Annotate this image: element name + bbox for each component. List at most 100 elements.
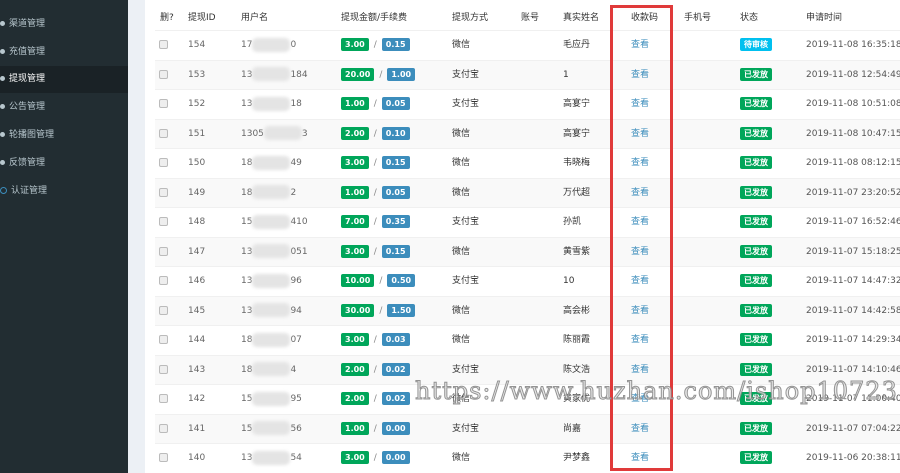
row-real-name: 陈文浩 <box>563 364 591 375</box>
view-code-link[interactable]: 查看 <box>631 120 649 149</box>
sidebar-item-2[interactable]: 提现管理 <box>0 66 128 93</box>
table-row: 145 13 94 30.00/1.50 微信 高会彬 查看 已发放 2019-1… <box>155 295 900 326</box>
blurred-region <box>252 362 291 376</box>
row-id: 148 <box>188 217 206 227</box>
row-checkbox[interactable] <box>159 394 168 403</box>
row-checkbox[interactable] <box>159 99 168 108</box>
row-checkbox[interactable] <box>159 364 168 374</box>
row-checkbox[interactable] <box>159 187 168 197</box>
row-amount: 2.00/0.02 <box>341 356 410 385</box>
row-id: 153 <box>188 69 206 80</box>
username-suffix: 3 <box>301 128 308 139</box>
blurred-region <box>252 273 291 288</box>
amount-badge: 3.00 <box>341 333 369 346</box>
view-code-link[interactable]: 查看 <box>631 179 649 208</box>
row-checkbox[interactable] <box>159 246 168 256</box>
fee-badge: 0.00 <box>381 451 410 464</box>
amount-badge: 1.00 <box>341 185 369 199</box>
table-row: 151 1305 3 2.00/0.10 微信 高宴宁 查看 已发放 2019-1… <box>155 118 900 149</box>
menu-icon <box>0 187 7 194</box>
row-method: 微信 <box>452 128 471 139</box>
username-prefix: 18 <box>241 158 253 168</box>
row-amount: 3.00/0.15 <box>341 238 410 267</box>
row-checkbox[interactable] <box>159 128 168 138</box>
view-code-link[interactable]: 查看 <box>631 90 649 119</box>
table-row: 141 15 56 1.00/0.00 支付宝 尚嘉 查看 已发放 2019-11… <box>155 413 900 444</box>
row-username: 13 96 <box>241 267 302 296</box>
username-prefix: 15 <box>241 423 253 434</box>
row-checkbox[interactable] <box>159 423 168 433</box>
view-code-link[interactable]: 查看 <box>631 356 649 385</box>
row-id: 140 <box>188 453 206 463</box>
row-time: 2019-11-07 14:42:58 <box>806 305 900 316</box>
view-code-link[interactable]: 查看 <box>631 61 649 90</box>
amount-badge: 2.00 <box>341 392 369 405</box>
row-time: 2019-11-08 08:12:15 <box>806 158 900 168</box>
blurred-region <box>252 303 291 317</box>
amount-badge: 3.00 <box>341 244 369 258</box>
view-code-link[interactable]: 查看 <box>631 31 649 60</box>
row-time: 2019-11-07 11:00:40 <box>806 394 900 404</box>
status-badge: 已发放 <box>740 97 772 110</box>
row-id: 143 <box>188 364 206 375</box>
row-id: 142 <box>188 394 206 404</box>
sidebar-item-6[interactable]: 认证管理 <box>0 178 128 205</box>
row-username: 18 4 <box>241 356 296 385</box>
sidebar-item-5[interactable]: 反馈管理 <box>0 150 128 177</box>
row-method: 支付宝 <box>452 276 480 286</box>
username-suffix: 49 <box>290 158 302 168</box>
sidebar-item-3[interactable]: 公告管理 <box>0 94 128 121</box>
sidebar-item-4[interactable]: 轮播图管理 <box>0 122 128 149</box>
menu-icon <box>0 132 5 137</box>
blurred-region <box>252 332 291 347</box>
username-suffix: 051 <box>290 246 308 257</box>
row-real-name: 毛应丹 <box>563 40 591 50</box>
username-suffix: 0 <box>290 40 297 50</box>
row-checkbox[interactable] <box>159 276 168 285</box>
row-real-name: 黄家优 <box>563 394 591 404</box>
view-code-link[interactable]: 查看 <box>631 385 649 414</box>
row-checkbox[interactable] <box>159 69 168 79</box>
view-code-link[interactable]: 查看 <box>631 415 649 444</box>
row-method: 微信 <box>452 453 471 463</box>
fee-badge: 0.05 <box>381 185 410 199</box>
username-prefix: 1305 <box>241 128 264 139</box>
username-suffix: 94 <box>290 305 302 316</box>
view-code-link[interactable]: 查看 <box>631 238 649 267</box>
fee-badge: 0.15 <box>381 156 410 169</box>
row-amount: 30.00/1.50 <box>341 297 416 326</box>
row-username: 17 0 <box>241 31 296 60</box>
row-checkbox[interactable] <box>159 158 168 167</box>
row-real-name: 尚嘉 <box>563 423 582 434</box>
row-amount: 2.00/0.10 <box>341 120 410 149</box>
table-row: 147 13 051 3.00/0.15 微信 黄雪紫 查看 已发放 2019-1… <box>155 236 900 267</box>
sidebar: 渠道管理 充值管理 提现管理 公告管理 轮播图管理 反馈管理 认证管理 <box>0 0 128 473</box>
row-checkbox[interactable] <box>159 40 168 49</box>
status-badge: 已发放 <box>740 362 772 376</box>
row-id: 144 <box>188 335 206 345</box>
username-suffix: 95 <box>290 394 302 404</box>
sidebar-item-0[interactable]: 渠道管理 <box>0 11 128 38</box>
amount-badge: 3.00 <box>341 38 369 51</box>
amount-badge: 3.00 <box>341 156 369 169</box>
view-code-link[interactable]: 查看 <box>631 267 649 296</box>
row-checkbox[interactable] <box>159 453 168 462</box>
view-code-link[interactable]: 查看 <box>631 444 649 473</box>
row-amount: 1.00/0.05 <box>341 90 410 119</box>
status-badge: 已发放 <box>740 333 772 346</box>
row-method: 微信 <box>452 40 471 50</box>
table-row: 143 18 4 2.00/0.02 支付宝 陈文浩 查看 已发放 2019-11… <box>155 354 900 385</box>
view-code-link[interactable]: 查看 <box>631 326 649 355</box>
view-code-link[interactable]: 查看 <box>631 208 649 237</box>
view-code-link[interactable]: 查看 <box>631 297 649 326</box>
sidebar-item-1[interactable]: 充值管理 <box>0 39 128 66</box>
row-checkbox[interactable] <box>159 217 168 226</box>
row-checkbox[interactable] <box>159 335 168 344</box>
row-real-name: 孙凯 <box>563 217 582 227</box>
row-real-name: 高会彬 <box>563 305 591 316</box>
row-method: 支付宝 <box>452 99 480 109</box>
view-code-link[interactable]: 查看 <box>631 149 649 178</box>
amount-badge: 7.00 <box>341 215 369 228</box>
row-checkbox[interactable] <box>159 305 168 315</box>
row-time: 2019-11-08 10:51:08 <box>806 99 900 109</box>
